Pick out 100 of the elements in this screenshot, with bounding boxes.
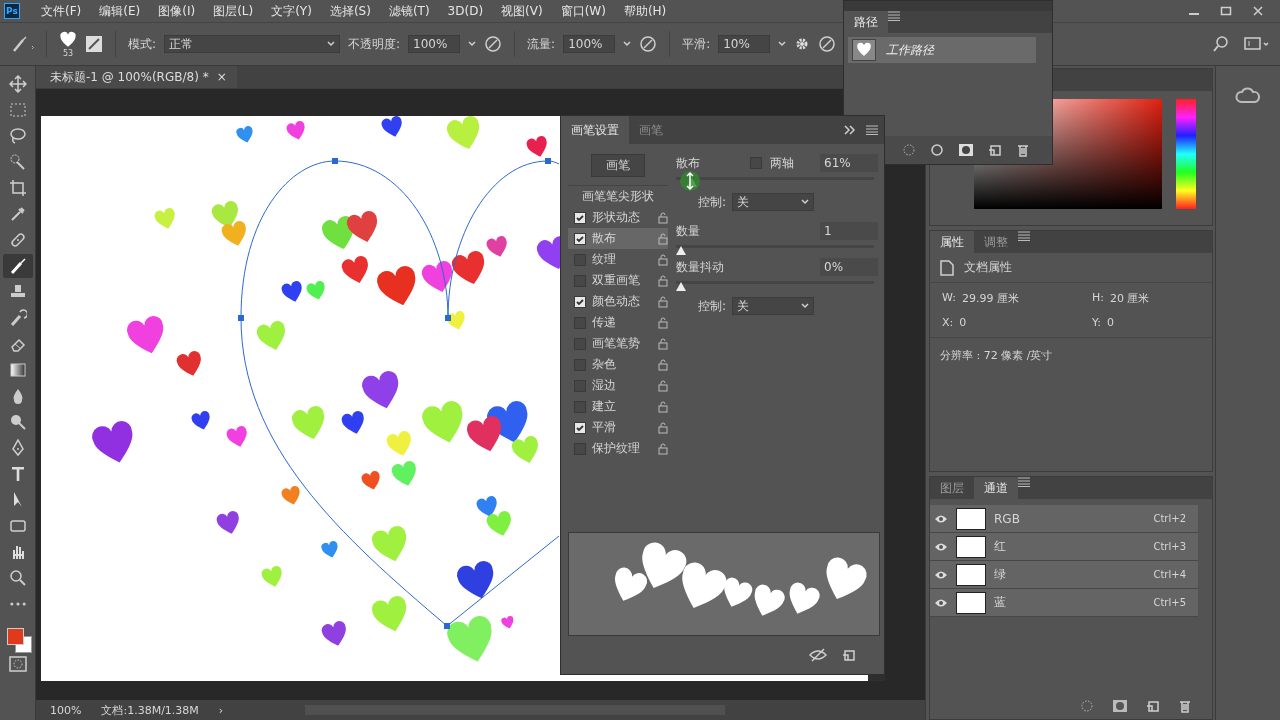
brush-option-row[interactable]: 建立 [568, 396, 668, 417]
eye-slash-icon[interactable] [808, 648, 828, 662]
opacity-field[interactable]: 100% [408, 35, 461, 53]
brush-option-row[interactable]: 双重画笔 [568, 270, 668, 291]
checkbox[interactable] [574, 211, 586, 224]
value-field[interactable]: 61% [820, 154, 878, 172]
menu-item[interactable]: 帮助(H) [614, 2, 676, 20]
tab-close-button[interactable]: × [216, 70, 227, 84]
brush-option-row[interactable]: 颜色动态 [568, 291, 668, 312]
eye-icon[interactable] [934, 513, 948, 524]
brush-option-row[interactable]: 形状动态 [568, 207, 668, 228]
collapse-icon[interactable] [844, 125, 856, 135]
brush-option-row[interactable]: 杂色 [568, 354, 668, 375]
eye-icon[interactable] [934, 541, 948, 552]
eye-icon[interactable] [934, 597, 948, 608]
menu-icon[interactable] [1018, 231, 1030, 241]
path-row[interactable]: 工作路径 [848, 37, 1036, 63]
document-tab[interactable]: 未标题-1 @ 100%(RGB/8) * × [36, 66, 237, 88]
slider-track[interactable] [676, 278, 874, 292]
mask-icon[interactable] [1112, 699, 1128, 713]
value-field[interactable]: 0% [820, 258, 878, 276]
checkbox[interactable] [574, 232, 586, 245]
tool-button[interactable] [2, 254, 33, 278]
menu-item[interactable]: 文字(Y) [262, 2, 321, 20]
flow-field[interactable]: 100% [563, 35, 616, 53]
trash-icon[interactable] [1016, 143, 1030, 157]
trash-icon[interactable] [1178, 699, 1192, 713]
slider-track[interactable] [676, 242, 874, 256]
caret-icon[interactable] [778, 41, 787, 47]
panel-tab[interactable]: 路径 [844, 11, 888, 33]
panel-tab[interactable]: 通道 [974, 477, 1018, 499]
panel-tab[interactable]: 调整 [974, 231, 1018, 253]
checkbox[interactable] [574, 316, 586, 329]
caret-icon[interactable] [623, 41, 632, 47]
checkbox[interactable] [574, 274, 586, 287]
eye-icon[interactable] [934, 569, 948, 580]
new-item-icon[interactable] [988, 143, 1002, 157]
pressure-size-icon[interactable] [818, 35, 837, 53]
new-item-icon[interactable] [1146, 699, 1160, 713]
checkbox[interactable] [574, 400, 586, 413]
smoothing-field[interactable]: 10% [718, 35, 771, 53]
close-icon[interactable] [1252, 5, 1264, 17]
brush-icon[interactable] [10, 34, 34, 54]
menu-item[interactable]: 视图(V) [492, 2, 552, 20]
checkbox[interactable] [750, 157, 762, 169]
brush-option-row[interactable]: 平滑 [568, 417, 668, 438]
control-dropdown[interactable]: 关 [732, 193, 815, 211]
brush-option-row[interactable]: 纹理 [568, 249, 668, 270]
menu-item[interactable]: 图层(L) [204, 2, 263, 20]
channel-row[interactable]: 绿 Ctrl+4 [930, 561, 1198, 589]
caret-icon[interactable] [468, 41, 477, 47]
brush-tip-shape-item[interactable]: 画笔笔尖形状 [568, 185, 668, 207]
pressure-opacity-icon[interactable] [484, 35, 503, 53]
cloud-icon[interactable] [1235, 86, 1261, 106]
menu-item[interactable]: 滤镜(T) [379, 2, 439, 20]
brush-option-row[interactable]: 湿边 [568, 375, 668, 396]
quick-mask-icon[interactable] [8, 656, 27, 672]
dotted-circle-icon[interactable] [902, 143, 916, 157]
checkbox[interactable] [574, 421, 586, 434]
menu-item[interactable]: 图像(I) [149, 2, 205, 20]
workspace-icon[interactable] [1244, 36, 1270, 52]
brush-option-row[interactable]: 保护纹理 [568, 438, 668, 459]
channel-row[interactable]: RGB Ctrl+2 [930, 505, 1198, 533]
slider-track[interactable] [676, 174, 874, 188]
search-icon[interactable] [1212, 35, 1230, 53]
mask-icon[interactable] [958, 143, 974, 157]
value-field[interactable]: 1 [820, 222, 878, 240]
hue-spectrum-bar[interactable] [1176, 99, 1196, 209]
menu-icon[interactable] [866, 125, 878, 135]
menu-item[interactable]: 选择(S) [320, 2, 380, 20]
panel-tab[interactable]: 画笔设置 [561, 116, 629, 144]
menu-item[interactable]: 窗口(W) [551, 2, 615, 20]
checkbox[interactable] [574, 253, 586, 266]
channel-row[interactable]: 蓝 Ctrl+5 [930, 589, 1198, 617]
menu-item[interactable]: 文件(F) [32, 2, 91, 20]
menu-icon[interactable] [888, 11, 900, 21]
panel-tab[interactable]: 属性 [930, 231, 974, 253]
status-menu-button[interactable]: › [218, 703, 224, 717]
menu-item[interactable]: 编辑(E) [90, 2, 150, 20]
slider-thumb[interactable] [676, 246, 686, 255]
checkbox[interactable] [574, 295, 586, 308]
checkbox[interactable] [574, 379, 586, 392]
checkbox[interactable] [574, 358, 586, 371]
brush-option-row[interactable]: 传递 [568, 312, 668, 333]
menu-item[interactable]: 3D(D) [438, 4, 493, 18]
target-icon[interactable] [930, 143, 944, 157]
mode-dropdown[interactable]: 正常 [164, 35, 341, 53]
panel-tab[interactable]: 图层 [930, 477, 974, 499]
airbrush-icon[interactable] [639, 35, 658, 53]
checkbox[interactable] [574, 337, 586, 350]
brush-option-row[interactable]: 画笔笔势 [568, 333, 668, 354]
maximize-icon[interactable] [1220, 5, 1232, 17]
menu-icon[interactable] [1018, 477, 1030, 487]
control-dropdown[interactable]: 关 [732, 297, 815, 315]
dotted-circle-icon[interactable] [1080, 699, 1094, 713]
checkbox[interactable] [574, 442, 586, 455]
brush-option-row[interactable]: 散布 [568, 228, 668, 249]
brushes-button[interactable]: 画笔 [591, 154, 645, 177]
new-item-icon[interactable] [842, 648, 856, 662]
slider-thumb[interactable] [676, 282, 686, 291]
